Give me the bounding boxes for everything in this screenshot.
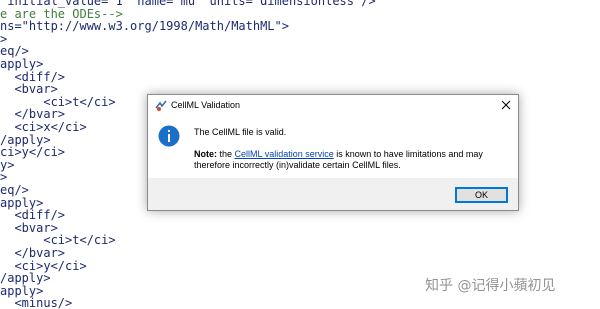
code-line: <minus/> xyxy=(0,296,73,309)
watermark: 知乎 @记得小蘋初见 xyxy=(425,278,556,294)
cellml-validation-dialog: CellML Validation The CellML file is val… xyxy=(147,94,519,211)
note-prefix: the xyxy=(219,149,233,159)
validation-message: The CellML file is valid. xyxy=(194,127,287,137)
dialog-footer: OK xyxy=(148,178,518,210)
note-label: Note: xyxy=(194,149,217,159)
dialog-content: The CellML file is valid. Note: the Cell… xyxy=(148,117,518,178)
validation-note: Note: the CellML validation service is k… xyxy=(194,149,494,171)
close-icon[interactable] xyxy=(498,97,514,113)
validation-service-link[interactable]: CellML validation service xyxy=(235,149,334,159)
screen: initial_value="1" name="mu" units="dimen… xyxy=(0,0,600,309)
info-icon xyxy=(158,125,180,147)
code-line: ns="http://www.w3.org/1998/Math/MathML"> xyxy=(0,19,289,34)
dialog-title-bar[interactable]: CellML Validation xyxy=(148,95,518,117)
app-icon xyxy=(155,100,167,112)
ok-button[interactable]: OK xyxy=(455,187,508,203)
dialog-title: CellML Validation xyxy=(171,100,241,110)
